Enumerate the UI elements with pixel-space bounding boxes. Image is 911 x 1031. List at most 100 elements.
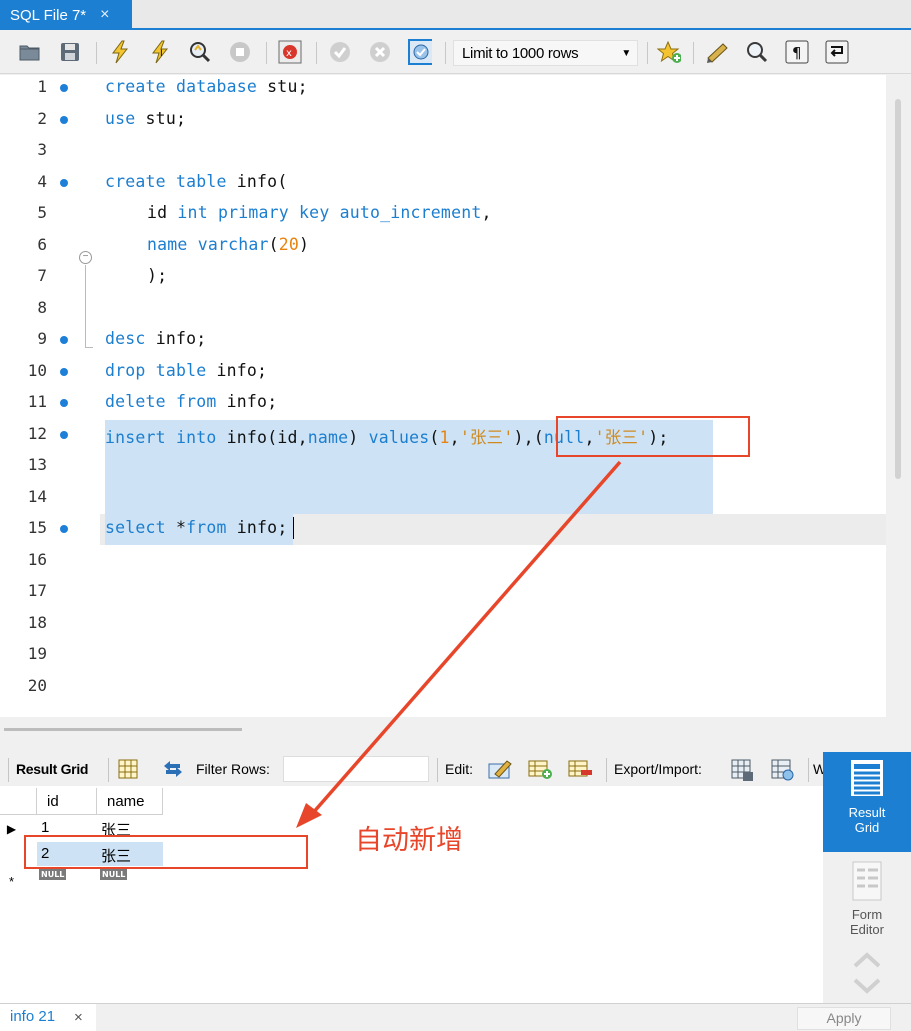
code-line[interactable]: 4 create table info( bbox=[0, 168, 886, 199]
code-line[interactable]: 14 bbox=[0, 483, 886, 514]
beautify-icon[interactable] bbox=[705, 40, 729, 64]
line-number: 15 bbox=[27, 518, 47, 537]
line-number: 6 bbox=[37, 234, 47, 254]
save-icon[interactable] bbox=[58, 40, 82, 64]
delete-row-icon[interactable] bbox=[567, 758, 592, 780]
code-text: desc info; bbox=[105, 329, 207, 348]
column-header-id[interactable]: id bbox=[37, 788, 97, 815]
code-text: create table info( bbox=[105, 171, 288, 191]
code-line[interactable]: 12 insert into info(id,name) values(1,'张三… bbox=[0, 420, 886, 451]
code-line[interactable]: 20 bbox=[0, 672, 886, 703]
sql-editor[interactable]: − 1 create database stu; 2 use stu; 3 4 create… bbox=[0, 75, 886, 717]
wrap-icon[interactable] bbox=[825, 40, 849, 64]
null-badge[interactable]: NULL bbox=[39, 869, 67, 880]
code-line[interactable]: 13 bbox=[0, 451, 886, 482]
side-form-label-2: Editor bbox=[850, 922, 884, 937]
code-line[interactable]: 3 bbox=[0, 136, 886, 167]
editor-vertical-scrollbar[interactable] bbox=[886, 75, 911, 717]
filter-rows-input[interactable] bbox=[283, 756, 429, 782]
export-icon[interactable] bbox=[729, 758, 753, 781]
close-icon[interactable]: × bbox=[74, 1009, 83, 1026]
line-number: 9 bbox=[37, 329, 47, 348]
edit-row-icon[interactable] bbox=[487, 758, 512, 780]
statement-marker-icon bbox=[60, 115, 68, 124]
execute-current-icon[interactable]: I bbox=[148, 40, 172, 64]
code-line[interactable]: 5 id int primary key auto_increment, bbox=[0, 199, 886, 230]
tab-sql-file[interactable]: SQL File 7* × bbox=[0, 0, 132, 30]
statement-marker-icon bbox=[60, 84, 68, 92]
code-line[interactable]: 10 drop table info; bbox=[0, 357, 886, 388]
toolbar-separator bbox=[108, 758, 109, 782]
code-line[interactable]: 8 bbox=[0, 294, 886, 325]
statement-marker-icon bbox=[60, 336, 68, 344]
stop-icon[interactable] bbox=[228, 40, 252, 64]
side-form-editor-button[interactable]: Form Editor bbox=[823, 860, 911, 950]
result-grid-label[interactable]: Result Grid bbox=[16, 761, 88, 777]
line-number: 16 bbox=[27, 549, 47, 569]
close-tab-icon[interactable]: × bbox=[100, 6, 109, 24]
result-grid-icon bbox=[851, 760, 883, 796]
line-number: 7 bbox=[37, 266, 47, 285]
side-result-grid-button[interactable]: Result Grid bbox=[823, 752, 911, 852]
new-row-marker: * bbox=[8, 874, 15, 889]
code-line[interactable]: 17 bbox=[0, 577, 886, 608]
code-text: create database stu; bbox=[105, 77, 308, 96]
code-line[interactable]: 2 use stu; bbox=[0, 105, 886, 136]
edit-label: Edit: bbox=[445, 761, 474, 777]
code-text: use stu; bbox=[105, 108, 187, 128]
toggle-error-icon[interactable]: x bbox=[278, 40, 302, 64]
code-text: ); bbox=[147, 266, 168, 285]
line-number: 4 bbox=[37, 171, 47, 191]
chevron-up-icon[interactable] bbox=[853, 952, 881, 968]
code-text: delete from info; bbox=[105, 392, 278, 411]
code-line[interactable]: 1 create database stu; bbox=[0, 75, 886, 104]
result-tab-bar: info 21 × Apply bbox=[0, 1003, 911, 1031]
code-line[interactable]: 7); bbox=[0, 262, 886, 293]
side-result-label-1: Result bbox=[848, 805, 886, 820]
code-text: drop table info; bbox=[105, 360, 268, 380]
code-line[interactable]: 11 delete from info; bbox=[0, 388, 886, 419]
bookmark-icon[interactable] bbox=[657, 40, 681, 64]
svg-text:¶: ¶ bbox=[792, 44, 802, 62]
chevron-down-icon[interactable] bbox=[853, 978, 881, 994]
insert-row-icon[interactable] bbox=[527, 758, 552, 780]
limit-rows-value: Limit to 1000 rows bbox=[462, 44, 579, 62]
refresh-icon[interactable] bbox=[160, 758, 184, 780]
current-row-marker-icon: ▶ bbox=[6, 822, 17, 836]
statement-marker-icon bbox=[60, 430, 68, 439]
scrollbar-thumb[interactable] bbox=[895, 99, 901, 479]
null-badge[interactable]: NULL bbox=[100, 869, 128, 880]
grid-corner bbox=[0, 788, 37, 815]
apply-button[interactable]: Apply bbox=[797, 1007, 891, 1030]
form-editor-icon bbox=[852, 861, 882, 901]
code-line[interactable]: 6 name varchar(20) bbox=[0, 231, 886, 262]
find-icon[interactable] bbox=[745, 40, 769, 64]
code-line[interactable]: 18 bbox=[0, 609, 886, 640]
result-side-panel: Result Grid Form Editor bbox=[823, 752, 911, 1002]
tab-result-info[interactable]: info 21 × bbox=[0, 1004, 96, 1031]
rollback-icon[interactable] bbox=[368, 40, 392, 64]
column-header-name[interactable]: name bbox=[97, 788, 163, 815]
code-line[interactable]: 15 select *from info; bbox=[0, 514, 886, 545]
toolbar-separator bbox=[316, 42, 317, 64]
open-file-icon[interactable] bbox=[18, 40, 42, 64]
line-number: 13 bbox=[27, 455, 47, 474]
import-icon[interactable] bbox=[769, 758, 794, 781]
code-line[interactable]: 19 bbox=[0, 640, 886, 671]
code-line[interactable]: 16 bbox=[0, 546, 886, 577]
commit-icon[interactable] bbox=[328, 40, 352, 64]
execute-icon[interactable] bbox=[108, 40, 132, 64]
explain-icon[interactable] bbox=[188, 40, 212, 64]
code-line[interactable]: 9 desc info; bbox=[0, 325, 886, 356]
tab-title: SQL File 7* bbox=[10, 6, 87, 24]
export-import-label: Export/Import: bbox=[614, 761, 702, 777]
limit-rows-select[interactable]: Limit to 1000 rows ▼ bbox=[453, 40, 638, 66]
invisible-chars-icon[interactable]: ¶ bbox=[785, 40, 809, 64]
scrollbar-thumb[interactable] bbox=[4, 728, 242, 731]
result-toolbar: Result Grid Filter Rows: Edit: Export/Im… bbox=[0, 752, 826, 786]
grid-layout-icon[interactable] bbox=[117, 758, 141, 780]
annotation-label: 自动新增 bbox=[355, 825, 463, 856]
editor-horizontal-scrollbar[interactable] bbox=[0, 717, 911, 745]
autocommit-icon[interactable] bbox=[408, 39, 432, 65]
statement-marker-icon bbox=[60, 525, 68, 533]
